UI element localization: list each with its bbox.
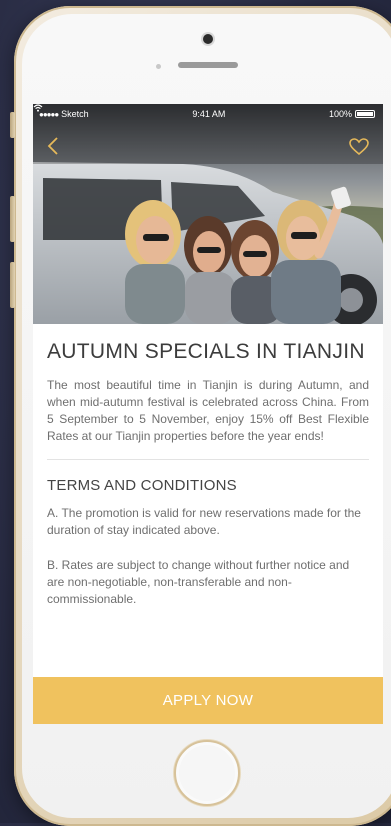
terms-heading: TERMS AND CONDITIONS xyxy=(47,477,237,494)
wifi-icon xyxy=(33,104,43,112)
page-title: AUTUMN SPECIALS IN TIANJIN xyxy=(47,340,365,363)
volume-up-button xyxy=(10,196,15,242)
volume-down-button xyxy=(10,262,15,308)
battery-level xyxy=(357,112,373,116)
status-right: 100% xyxy=(329,109,375,119)
mute-switch xyxy=(10,112,15,138)
hero-photo-illustration xyxy=(33,104,383,324)
article-content: AUTUMN SPECIALS IN TIANJIN The most beau… xyxy=(47,338,369,608)
section-divider xyxy=(47,459,369,460)
battery-percent: 100% xyxy=(328,109,352,119)
status-time: 9:41 AM xyxy=(192,109,226,119)
hero-image: ●●●●● Sketch 9:41 AM 100% xyxy=(33,104,383,324)
heart-icon[interactable] xyxy=(349,138,369,156)
carrier-name: Sketch xyxy=(61,109,89,119)
terms-item-b: B. Rates are subject to change without f… xyxy=(47,558,350,606)
proximity-sensor xyxy=(156,64,161,69)
apply-now-button[interactable]: APPLY NOW xyxy=(33,677,383,724)
app-screen: ●●●●● Sketch 9:41 AM 100% AUTUMN SPECIAL… xyxy=(33,104,383,724)
scroll-fade xyxy=(33,659,383,677)
earpiece-speaker xyxy=(178,62,238,68)
front-camera xyxy=(203,34,213,44)
status-bar: ●●●●● Sketch 9:41 AM 100% xyxy=(33,104,383,124)
battery-icon xyxy=(355,110,375,118)
intro-paragraph: The most beautiful time in Tianjin is du… xyxy=(47,378,369,443)
terms-item-a: A. The promotion is valid for new reserv… xyxy=(47,506,361,537)
home-button[interactable] xyxy=(174,740,240,806)
status-left: ●●●●● Sketch xyxy=(33,104,89,119)
